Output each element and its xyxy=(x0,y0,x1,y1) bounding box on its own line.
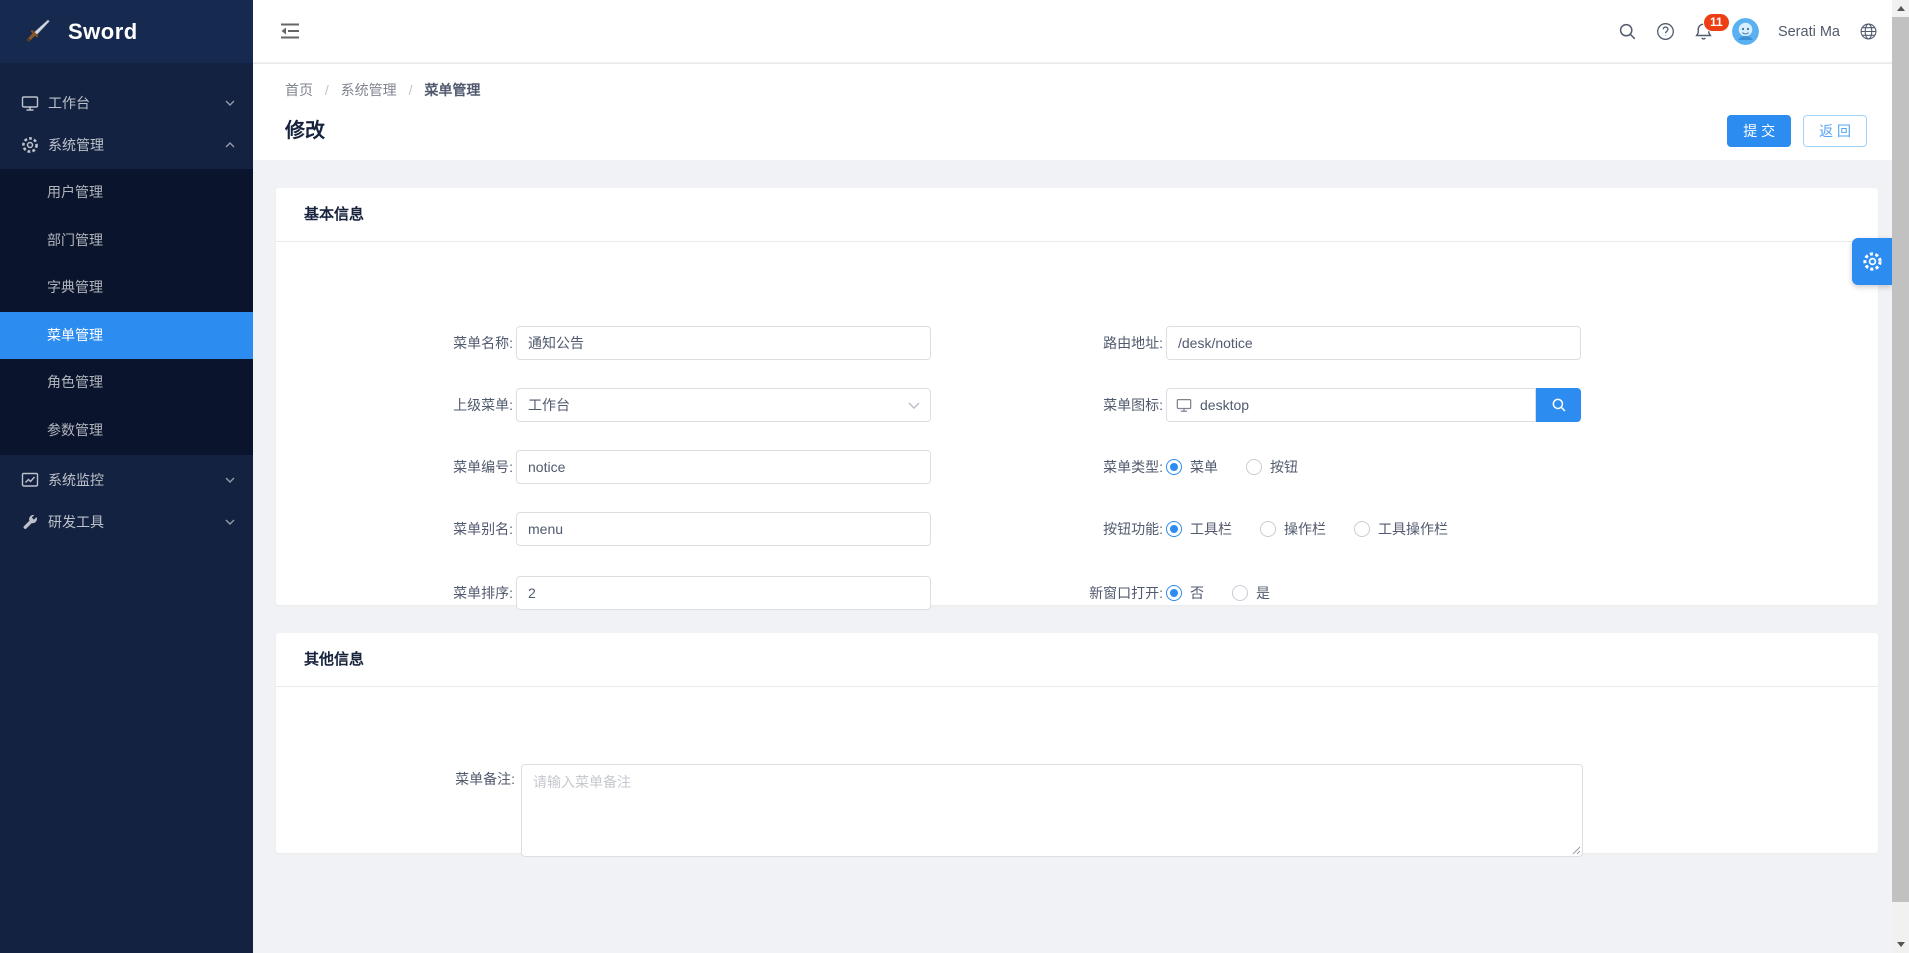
sidebar-item-role-mgmt[interactable]: 角色管理 xyxy=(0,359,253,407)
breadcrumb: 首页 / 系统管理 / 菜单管理 xyxy=(285,80,480,100)
menu-icon-input[interactable] xyxy=(1166,388,1536,422)
gear-icon xyxy=(1862,251,1883,272)
sidebar-item-dev-tools[interactable]: 研发工具 xyxy=(0,500,253,544)
page-title: 修改 xyxy=(285,114,325,143)
breadcrumb-current: 菜单管理 xyxy=(424,82,480,98)
menu-remark-textarea[interactable] xyxy=(521,764,1583,857)
desktop-icon xyxy=(1176,397,1192,413)
monitor-chart-icon xyxy=(21,471,39,489)
radio-unchecked-icon xyxy=(1260,521,1276,537)
radio-unchecked-icon xyxy=(1232,585,1248,601)
sidebar-item-menu-mgmt[interactable]: 菜单管理 xyxy=(0,312,253,360)
breadcrumb-separator: / xyxy=(325,82,329,98)
parent-menu-label: 上级菜单: xyxy=(276,388,513,422)
parent-menu-value: 工作台 xyxy=(528,397,570,413)
chevron-down-icon xyxy=(225,477,235,483)
submit-button[interactable]: 提 交 xyxy=(1727,115,1791,147)
menu-type-label: 菜单类型: xyxy=(916,450,1163,484)
sidebar-item-system-monitor[interactable]: 系统监控 xyxy=(0,458,253,502)
top-bar: 11 Serati Ma xyxy=(253,0,1892,63)
basic-info-card: 基本信息 菜单名称: 路由地址: 上级菜单: 工作台 xyxy=(276,188,1878,605)
menu-alias-input[interactable] xyxy=(516,512,931,546)
sidebar-item-label: 系统监控 xyxy=(48,470,104,490)
button-func-label: 按钮功能: xyxy=(916,512,1163,546)
sidebar-item-dict-mgmt[interactable]: 字典管理 xyxy=(0,264,253,312)
radio-unchecked-icon xyxy=(1246,459,1262,475)
parent-menu-select[interactable]: 工作台 xyxy=(516,388,931,422)
other-info-card: 其他信息 菜单备注: xyxy=(276,633,1878,853)
radio-new-window-no[interactable]: 否 xyxy=(1166,583,1204,603)
user-name[interactable]: Serati Ma xyxy=(1778,24,1840,40)
chevron-down-icon xyxy=(225,100,235,106)
notification-bell-icon[interactable]: 11 xyxy=(1694,22,1713,41)
basic-info-title: 基本信息 xyxy=(276,188,1878,242)
sidebar-item-user-mgmt[interactable]: 用户管理 xyxy=(0,169,253,217)
menu-name-label: 菜单名称: xyxy=(276,326,513,360)
menu-code-input[interactable] xyxy=(516,450,931,484)
search-icon xyxy=(1551,397,1567,413)
gear-icon xyxy=(21,136,39,154)
sidebar-item-param-mgmt[interactable]: 参数管理 xyxy=(0,407,253,455)
scrollbar-thumb[interactable] xyxy=(1892,17,1909,902)
sidebar-item-label: 研发工具 xyxy=(48,512,104,532)
sword-icon xyxy=(22,17,52,47)
route-path-label: 路由地址: xyxy=(916,326,1163,360)
route-path-input[interactable] xyxy=(1166,326,1581,360)
breadcrumb-home[interactable]: 首页 xyxy=(285,82,313,98)
app-logo[interactable]: Sword xyxy=(0,0,253,63)
notification-badge: 11 xyxy=(1703,13,1730,32)
breadcrumb-separator: / xyxy=(409,82,413,98)
radio-checked-icon xyxy=(1166,459,1182,475)
radio-button-func-both[interactable]: 工具操作栏 xyxy=(1354,519,1448,539)
radio-menu-type-button[interactable]: 按钮 xyxy=(1246,457,1298,477)
other-info-title: 其他信息 xyxy=(276,633,1878,687)
scroll-up-arrow[interactable] xyxy=(1892,0,1909,17)
breadcrumb-system-mgmt[interactable]: 系统管理 xyxy=(341,82,397,98)
vertical-scrollbar xyxy=(1892,0,1909,953)
sidebar-item-system-mgmt[interactable]: 系统管理 xyxy=(0,123,253,167)
sidebar-item-dept-mgmt[interactable]: 部门管理 xyxy=(0,217,253,265)
topbar-actions: 11 Serati Ma xyxy=(1618,0,1878,63)
scroll-down-arrow[interactable] xyxy=(1892,936,1909,953)
sidebar: Sword 工作台 系统管理 用户管理 部门管理 字典管理 菜单管理 角色管理 … xyxy=(0,0,253,953)
sidebar-item-workbench[interactable]: 工作台 xyxy=(0,81,253,125)
back-button[interactable]: 返 回 xyxy=(1803,115,1867,147)
button-func-radio-group: 工具栏 操作栏 工具操作栏 xyxy=(1166,512,1581,546)
desktop-icon xyxy=(21,94,39,112)
menu-name-input[interactable] xyxy=(516,326,931,360)
new-window-radio-group: 否 是 xyxy=(1166,576,1581,610)
radio-menu-type-menu[interactable]: 菜单 xyxy=(1166,457,1218,477)
menu-sort-label: 菜单排序: xyxy=(276,576,513,610)
icon-search-button[interactable] xyxy=(1536,388,1581,422)
menu-sort-input[interactable] xyxy=(516,576,931,610)
radio-new-window-yes[interactable]: 是 xyxy=(1232,583,1270,603)
radio-button-func-actionbar[interactable]: 操作栏 xyxy=(1260,519,1326,539)
collapse-menu-icon[interactable] xyxy=(278,22,302,40)
search-icon[interactable] xyxy=(1618,22,1637,41)
radio-checked-icon xyxy=(1166,521,1182,537)
menu-alias-label: 菜单别名: xyxy=(276,512,513,546)
app-title: Sword xyxy=(68,19,138,45)
sidebar-item-label: 系统管理 xyxy=(48,135,104,155)
menu-code-label: 菜单编号: xyxy=(276,450,513,484)
radio-checked-icon xyxy=(1166,585,1182,601)
theme-settings-button[interactable] xyxy=(1852,238,1892,285)
sidebar-submenu: 用户管理 部门管理 字典管理 菜单管理 角色管理 参数管理 xyxy=(0,169,253,455)
chevron-down-icon xyxy=(225,519,235,525)
radio-unchecked-icon xyxy=(1354,521,1370,537)
wrench-icon xyxy=(21,513,39,531)
new-window-label: 新窗口打开: xyxy=(916,576,1163,610)
menu-type-radio-group: 菜单 按钮 xyxy=(1166,450,1581,484)
radio-button-func-toolbar[interactable]: 工具栏 xyxy=(1166,519,1232,539)
avatar[interactable] xyxy=(1732,18,1759,45)
resize-handle[interactable] xyxy=(1569,843,1581,855)
help-icon[interactable] xyxy=(1656,22,1675,41)
menu-icon-label: 菜单图标: xyxy=(916,388,1163,422)
chevron-up-icon xyxy=(225,142,235,148)
head-buttons: 提 交 返 回 xyxy=(1727,115,1867,147)
page-head: 首页 / 系统管理 / 菜单管理 修改 提 交 返 回 xyxy=(253,64,1892,160)
language-globe-icon[interactable] xyxy=(1859,22,1878,41)
menu-remark-label: 菜单备注: xyxy=(276,764,515,794)
sidebar-item-label: 工作台 xyxy=(48,93,90,113)
